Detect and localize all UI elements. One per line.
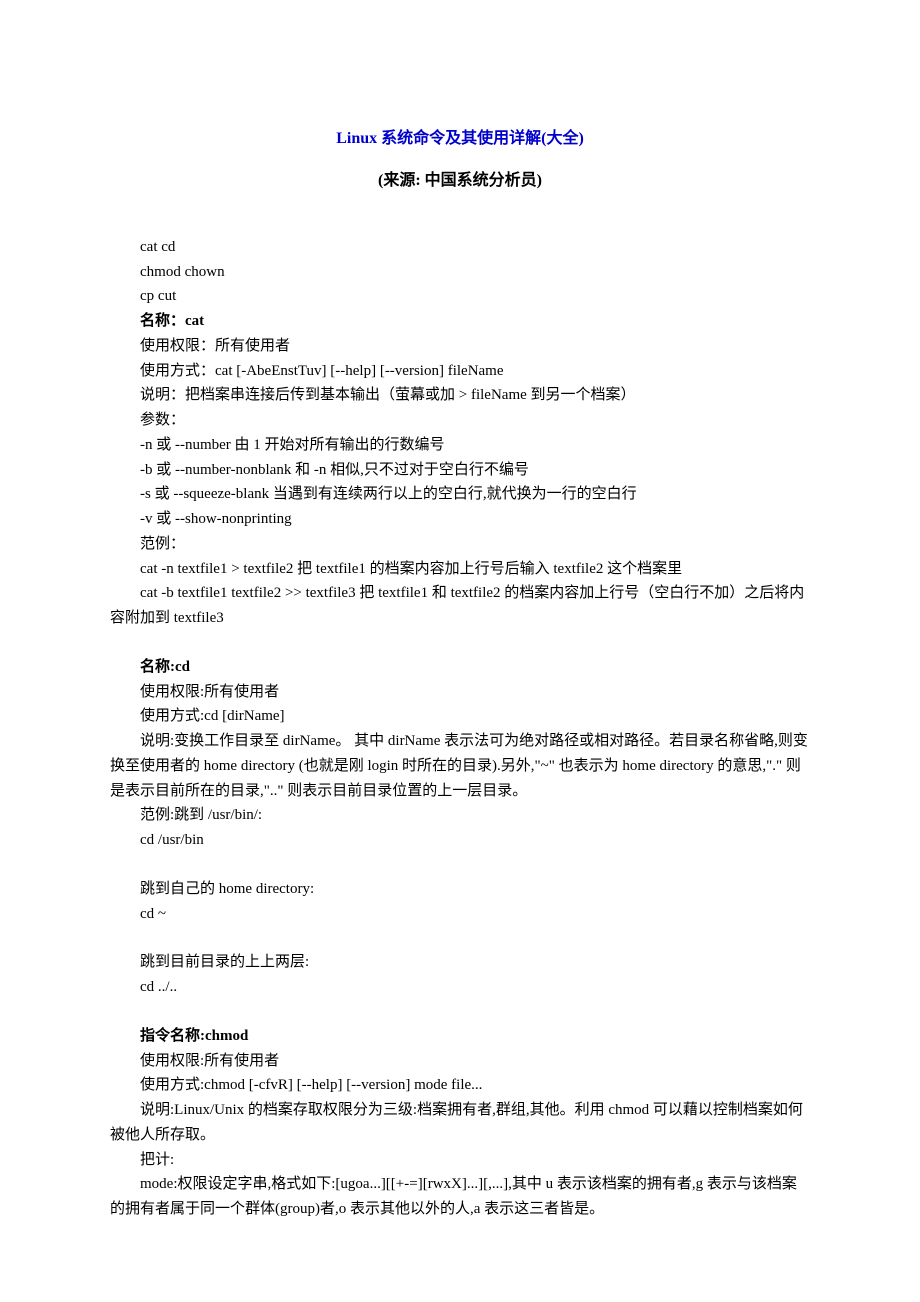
spacer	[110, 1000, 810, 1024]
cd-example-label: 跳到自己的 home directory:	[110, 877, 810, 902]
cd-usage: 使用方式:cd [dirName]	[110, 704, 810, 729]
cat-example: cat -n textfile1 > textfile2 把 textfile1…	[110, 557, 810, 582]
cat-param: -b 或 --number-nonblank 和 -n 相似,只不过对于空白行不…	[110, 458, 810, 483]
command-list-line: cat cd	[110, 235, 810, 260]
spacer	[110, 853, 810, 877]
command-list-line: chmod chown	[110, 260, 810, 285]
cd-description: 说明:变换工作目录至 dirName。 其中 dirName 表示法可为绝对路径…	[110, 729, 810, 803]
section-heading-cat: 名称：cat	[110, 309, 810, 334]
cd-example-cmd: cd ../..	[110, 975, 810, 1000]
chmod-mode: mode:权限设定字串,格式如下:[ugoa...][[+-=][rwxX]..…	[110, 1172, 810, 1222]
cd-example-cmd: cd /usr/bin	[110, 828, 810, 853]
cd-permission: 使用权限:所有使用者	[110, 680, 810, 705]
document-page: Linux 系统命令及其使用详解(大全) (来源: 中国系统分析员) cat c…	[0, 0, 920, 1302]
cat-params-label: 参数：	[110, 408, 810, 433]
chmod-count-label: 把计:	[110, 1148, 810, 1173]
cat-usage: 使用方式：cat [-AbeEnstTuv] [--help] [--versi…	[110, 359, 810, 384]
cat-param: -n 或 --number 由 1 开始对所有输出的行数编号	[110, 433, 810, 458]
spacer	[110, 631, 810, 655]
cat-permission: 使用权限：所有使用者	[110, 334, 810, 359]
cat-param: -s 或 --squeeze-blank 当遇到有连续两行以上的空白行,就代换为…	[110, 482, 810, 507]
cd-example-cmd: cd ~	[110, 902, 810, 927]
spacer	[110, 211, 810, 235]
section-heading-cd: 名称:cd	[110, 655, 810, 680]
document-title: Linux 系统命令及其使用详解(大全)	[110, 126, 810, 152]
chmod-usage: 使用方式:chmod [-cfvR] [--help] [--version] …	[110, 1073, 810, 1098]
cat-example: cat -b textfile1 textfile2 >> textfile3 …	[110, 581, 810, 631]
section-heading-chmod: 指令名称:chmod	[110, 1024, 810, 1049]
chmod-permission: 使用权限:所有使用者	[110, 1049, 810, 1074]
document-subtitle: (来源: 中国系统分析员)	[110, 168, 810, 194]
chmod-description: 说明:Linux/Unix 的档案存取权限分为三级:档案拥有者,群组,其他。利用…	[110, 1098, 810, 1148]
spacer	[110, 926, 810, 950]
cd-example-label: 跳到目前目录的上上两层:	[110, 950, 810, 975]
cat-description: 说明：把档案串连接后传到基本输出（萤幕或加 > fileName 到另一个档案）	[110, 383, 810, 408]
cd-example-label: 范例:跳到 /usr/bin/:	[110, 803, 810, 828]
command-list-line: cp cut	[110, 284, 810, 309]
cat-param: -v 或 --show-nonprinting	[110, 507, 810, 532]
cat-examples-label: 范例：	[110, 532, 810, 557]
